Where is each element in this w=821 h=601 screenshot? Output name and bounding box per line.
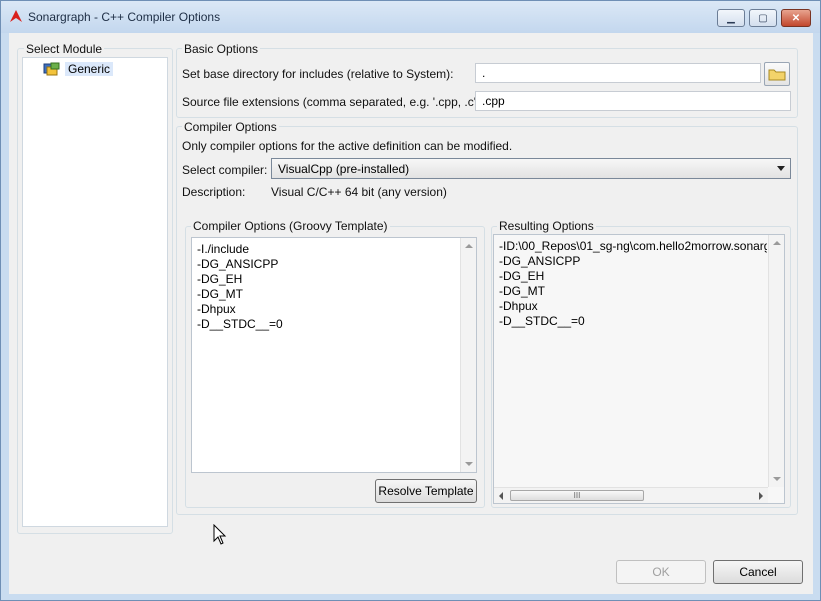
resolve-template-button[interactable]: Resolve Template <box>375 479 477 503</box>
browse-folder-button[interactable] <box>764 62 790 86</box>
description-value: Visual C/C++ 64 bit (any version) <box>271 185 447 199</box>
dialog-window: Sonargraph - C++ Compiler Options ▁ ▢ ✕ … <box>0 0 821 601</box>
scroll-up-icon[interactable] <box>773 241 781 245</box>
basic-options-legend: Basic Options <box>182 42 261 56</box>
result-line: -DG_ANSICPP <box>499 254 581 268</box>
template-legend: Compiler Options (Groovy Template) <box>191 219 390 233</box>
result-line: -Dhpux <box>499 299 538 313</box>
description-label: Description: <box>182 185 246 199</box>
result-horizontal-scrollbar[interactable]: III <box>494 487 768 503</box>
compiler-info-text: Only compiler options for the active def… <box>182 139 513 153</box>
window-title: Sonargraph - C++ Compiler Options <box>28 10 221 24</box>
template-vertical-scrollbar[interactable] <box>460 238 476 472</box>
extensions-label: Source file extensions (comma separated,… <box>182 95 481 109</box>
template-line: -DG_ANSICPP <box>197 257 279 271</box>
dialog-client-area: Select Module Generic Basic Options Set … <box>9 33 813 594</box>
compiler-select[interactable]: VisualCpp (pre-installed) <box>271 158 791 179</box>
title-bar[interactable]: Sonargraph - C++ Compiler Options ▁ ▢ ✕ <box>1 1 820 33</box>
extensions-input[interactable] <box>475 91 791 111</box>
close-button[interactable]: ✕ <box>781 9 811 27</box>
base-dir-input[interactable] <box>475 63 761 83</box>
select-module-legend: Select Module <box>24 42 105 56</box>
select-compiler-label: Select compiler: <box>182 163 268 177</box>
module-list[interactable]: Generic <box>22 57 168 527</box>
template-line: -DG_EH <box>197 272 243 286</box>
maximize-button[interactable]: ▢ <box>749 9 777 27</box>
compiler-select-value: VisualCpp (pre-installed) <box>278 162 410 176</box>
result-line: -DG_MT <box>499 284 545 298</box>
template-line: -DG_MT <box>197 287 243 301</box>
result-textarea[interactable]: -ID:\00_Repos\01_sg-ng\com.hello2morrow.… <box>493 234 785 504</box>
result-lines: -ID:\00_Repos\01_sg-ng\com.hello2morrow.… <box>499 239 767 329</box>
result-line: -DG_EH <box>499 269 545 283</box>
template-lines: -I./include -DG_ANSICPP -DG_EH -DG_MT -D… <box>197 242 283 332</box>
template-line: -D__STDC__=0 <box>197 317 283 331</box>
minimize-button[interactable]: ▁ <box>717 9 745 27</box>
module-item-generic[interactable]: Generic <box>43 62 114 76</box>
horizontal-scroll-thumb[interactable]: III <box>510 490 644 501</box>
scroll-down-icon[interactable] <box>773 477 781 481</box>
compiler-options-legend: Compiler Options <box>182 120 279 134</box>
mouse-cursor-icon <box>213 524 227 545</box>
scroll-down-icon[interactable] <box>465 462 473 466</box>
module-item-label: Generic <box>65 62 114 76</box>
chevron-down-icon <box>777 166 785 171</box>
template-line: -Dhpux <box>197 302 236 316</box>
sonargraph-logo-icon <box>10 10 22 22</box>
scroll-right-icon[interactable] <box>759 492 763 500</box>
ok-button[interactable]: OK <box>616 560 706 584</box>
result-line: -ID:\00_Repos\01_sg-ng\com.hello2morrow.… <box>499 239 767 253</box>
scroll-up-icon[interactable] <box>465 244 473 248</box>
result-legend: Resulting Options <box>497 219 596 233</box>
template-textarea[interactable]: -I./include -DG_ANSICPP -DG_EH -DG_MT -D… <box>191 237 477 473</box>
base-dir-label: Set base directory for includes (relativ… <box>182 67 454 81</box>
result-vertical-scrollbar[interactable] <box>768 235 784 487</box>
module-icon <box>43 62 60 76</box>
folder-icon <box>768 69 786 81</box>
scroll-left-icon[interactable] <box>499 492 503 500</box>
result-line: -D__STDC__=0 <box>499 314 585 328</box>
template-line: -I./include <box>197 242 250 256</box>
cancel-button[interactable]: Cancel <box>713 560 803 584</box>
